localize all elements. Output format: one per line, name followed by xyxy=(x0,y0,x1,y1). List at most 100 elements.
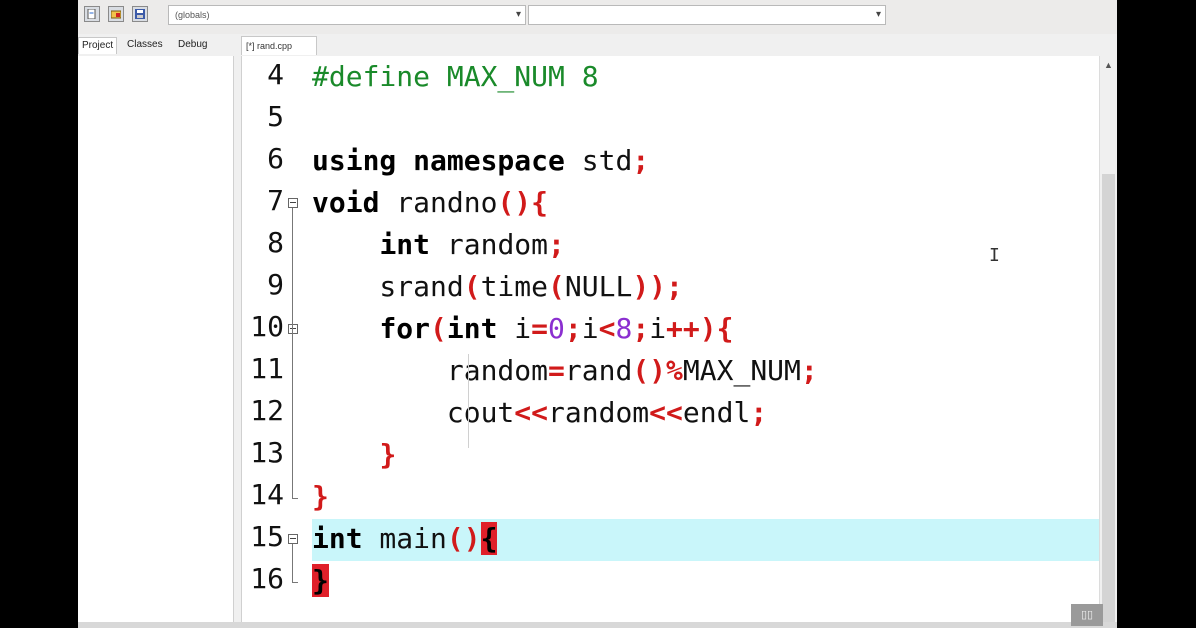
code-token: int xyxy=(312,522,363,555)
code-token: std xyxy=(564,144,633,177)
line-number: 11 xyxy=(250,352,284,385)
code-token: i xyxy=(581,312,599,345)
line-number: 6 xyxy=(267,142,284,175)
code-line[interactable]: int main(){ xyxy=(312,518,498,560)
code-token: } xyxy=(312,564,329,597)
code-token: << xyxy=(649,396,683,429)
scrollbar-thumb[interactable] xyxy=(1102,174,1115,624)
code-token: using namespace xyxy=(312,144,565,177)
code-token: endl xyxy=(682,396,751,429)
code-token: } xyxy=(379,438,397,471)
code-token: rand xyxy=(564,354,633,387)
line-number: 12 xyxy=(250,394,284,427)
line-number: 9 xyxy=(267,268,284,301)
line-number: 7 xyxy=(267,184,284,217)
code-line[interactable]: } xyxy=(312,560,329,602)
fold-toggle-icon[interactable] xyxy=(288,198,298,208)
tab-project[interactable]: Project xyxy=(78,37,118,54)
code-token: ; xyxy=(548,228,565,261)
chevron-down-icon: ▾ xyxy=(875,9,881,20)
code-line[interactable]: random=rand()%MAX_NUM; xyxy=(312,350,818,392)
code-token: ( xyxy=(463,270,481,303)
code-token: time xyxy=(480,270,549,303)
code-token: ()% xyxy=(632,354,683,387)
status-bar xyxy=(78,622,1117,628)
code-token: << xyxy=(514,396,549,429)
code-token: void xyxy=(312,186,380,219)
line-number: 15 xyxy=(250,520,284,553)
code-token: random xyxy=(430,228,549,261)
scope-combo-value: (globals) xyxy=(175,10,210,20)
code-editor[interactable]: 4 5 6 7 8 9 10 11 12 13 14 15 16 I #define MAX_NUM 8… xyxy=(241,56,1100,624)
code-token: ( xyxy=(548,270,565,303)
code-token: int xyxy=(379,228,431,261)
open-file-icon[interactable] xyxy=(108,6,124,22)
code-line[interactable]: } xyxy=(312,434,396,476)
scope-combo[interactable]: (globals) ▾ xyxy=(168,5,526,25)
code-token: = xyxy=(548,354,565,387)
code-token: cout xyxy=(312,396,515,429)
code-token: ( xyxy=(430,312,447,345)
line-number: 4 xyxy=(267,58,284,91)
fold-guide xyxy=(292,208,293,498)
code-line[interactable]: srand(time(NULL)); xyxy=(312,266,682,308)
code-token: random xyxy=(312,354,549,387)
code-token: MAX_NUM xyxy=(682,354,801,387)
code-token: ++){ xyxy=(666,312,734,345)
code-token: (){ xyxy=(497,186,549,219)
fold-toggle-icon[interactable] xyxy=(288,534,298,544)
fold-end-marker xyxy=(292,582,298,583)
code-line[interactable]: #define MAX_NUM 8 xyxy=(312,56,599,98)
vertical-scrollbar[interactable]: ▲ xyxy=(1099,56,1117,624)
file-tab-rand-cpp[interactable]: [*] rand.cpp xyxy=(241,36,317,55)
code-token: random xyxy=(548,396,650,429)
code-line[interactable]: cout<<random<<endl; xyxy=(312,392,767,434)
code-token: int xyxy=(446,312,498,345)
member-combo[interactable]: ▾ xyxy=(528,5,886,25)
code-line[interactable]: int random; xyxy=(312,224,565,266)
tab-classes[interactable]: Classes xyxy=(124,37,166,53)
toolbar: (globals) ▾ ▾ xyxy=(78,0,1117,35)
code-token: 0 xyxy=(548,312,565,345)
tabs-row: Project Classes Debug [*] rand.cpp xyxy=(78,34,1117,56)
code-line[interactable]: using namespace std; xyxy=(312,140,649,182)
code-line[interactable]: void randno(){ xyxy=(312,182,548,224)
video-control-icon[interactable]: ▯▯ xyxy=(1071,604,1103,626)
ibeam-cursor-icon: I xyxy=(989,245,1000,266)
code-line[interactable]: } xyxy=(312,476,329,518)
fold-toggle-icon[interactable] xyxy=(288,324,298,334)
code-token: #define MAX_NUM 8 xyxy=(312,60,599,93)
indent-guide xyxy=(468,354,469,448)
new-file-icon[interactable] xyxy=(84,6,100,22)
code-token: ; xyxy=(750,396,768,429)
tab-debug[interactable]: Debug xyxy=(175,37,210,53)
code-token: ; xyxy=(800,354,818,387)
line-number-gutter: 4 5 6 7 8 9 10 11 12 13 14 15 16 xyxy=(242,56,302,624)
scroll-up-arrow-icon[interactable]: ▲ xyxy=(1104,60,1113,70)
code-token: randno xyxy=(379,186,498,219)
line-number: 8 xyxy=(267,226,284,259)
fold-end-marker xyxy=(292,498,298,499)
project-browser-panel[interactable] xyxy=(78,56,234,624)
code-token: } xyxy=(312,480,329,513)
line-number: 14 xyxy=(250,478,284,511)
save-icon[interactable] xyxy=(132,6,148,22)
chevron-down-icon: ▾ xyxy=(515,9,521,20)
code-token: ; xyxy=(632,312,650,345)
code-token: = xyxy=(531,312,549,345)
code-token: < xyxy=(598,312,616,345)
code-token: srand xyxy=(312,270,464,303)
code-token: i xyxy=(649,312,667,345)
code-token: ; xyxy=(564,312,582,345)
line-number: 13 xyxy=(250,436,284,469)
code-token: i xyxy=(497,312,532,345)
code-token: 8 xyxy=(615,312,633,345)
line-number: 16 xyxy=(250,562,284,595)
code-token: () xyxy=(446,522,481,555)
code-token: { xyxy=(480,522,498,555)
line-number: 10 xyxy=(250,310,284,343)
code-line[interactable]: for(int i=0;i<8;i++){ xyxy=(312,308,733,350)
